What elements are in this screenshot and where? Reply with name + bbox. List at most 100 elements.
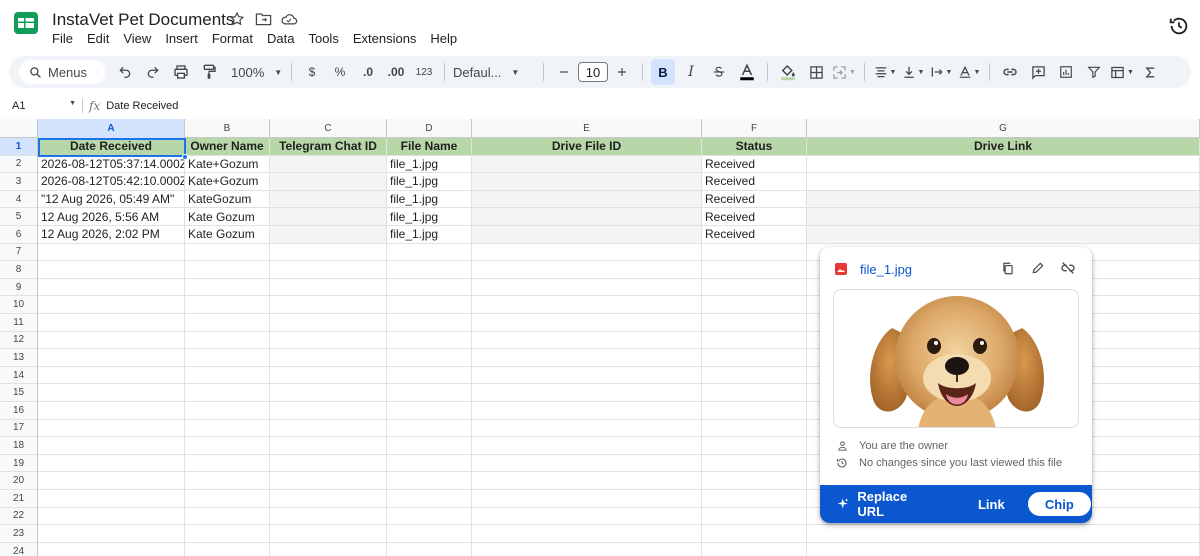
table-cell[interactable] — [270, 190, 387, 209]
increase-font-size-button[interactable] — [610, 59, 634, 85]
row-header[interactable]: 5 — [0, 208, 38, 226]
empty-cell[interactable] — [472, 384, 702, 402]
table-cell[interactable]: Received — [702, 190, 807, 209]
row-header[interactable]: 12 — [0, 331, 38, 350]
table-cell[interactable] — [472, 173, 702, 191]
empty-cell[interactable] — [472, 243, 702, 262]
table-cell[interactable] — [807, 190, 1200, 209]
empty-cell[interactable] — [38, 331, 185, 350]
empty-cell[interactable] — [270, 437, 387, 455]
column-header-f[interactable]: F — [702, 119, 807, 138]
menu-edit[interactable]: Edit — [80, 30, 116, 47]
empty-cell[interactable] — [702, 402, 807, 420]
table-cell[interactable]: file_1.jpg — [387, 173, 472, 191]
empty-cell[interactable] — [702, 314, 807, 332]
row-header[interactable]: 17 — [0, 419, 38, 438]
empty-cell[interactable] — [702, 419, 807, 438]
italic-button[interactable]: I — [679, 59, 703, 85]
empty-cell[interactable] — [38, 402, 185, 420]
text-wrapping-button[interactable]: ▼ — [929, 59, 953, 85]
empty-cell[interactable] — [270, 402, 387, 420]
font-family-select[interactable]: Defaul... ▼ — [453, 59, 523, 85]
horizontal-align-button[interactable]: ▼ — [873, 59, 897, 85]
empty-cell[interactable] — [38, 278, 185, 297]
empty-cell[interactable] — [270, 243, 387, 262]
table-cell[interactable]: file_1.jpg — [387, 155, 472, 174]
linked-file-name[interactable]: file_1.jpg — [860, 262, 912, 277]
empty-cell[interactable] — [387, 472, 472, 490]
redo-button[interactable] — [141, 59, 165, 85]
empty-cell[interactable] — [387, 402, 472, 420]
row-header[interactable]: 20 — [0, 472, 38, 490]
empty-cell[interactable] — [270, 384, 387, 402]
insert-chart-button[interactable] — [1054, 59, 1078, 85]
empty-cell[interactable] — [702, 384, 807, 402]
row-header[interactable]: 13 — [0, 349, 38, 367]
empty-cell[interactable] — [387, 261, 472, 279]
document-title[interactable]: InstaVet Pet Documents — [52, 10, 234, 30]
currency-format-button[interactable]: $ — [300, 59, 324, 85]
empty-cell[interactable] — [807, 525, 1200, 543]
empty-cell[interactable] — [472, 507, 702, 526]
empty-cell[interactable] — [387, 384, 472, 402]
empty-cell[interactable] — [38, 437, 185, 455]
empty-cell[interactable] — [702, 437, 807, 455]
percent-format-button[interactable]: % — [328, 59, 352, 85]
table-cell[interactable]: Received — [702, 173, 807, 191]
row-header[interactable]: 22 — [0, 507, 38, 526]
table-cell[interactable]: 12 Aug 2026, 2:02 PM — [38, 226, 185, 244]
empty-cell[interactable] — [270, 366, 387, 385]
borders-button[interactable] — [804, 59, 828, 85]
empty-cell[interactable] — [702, 472, 807, 490]
empty-cell[interactable] — [387, 437, 472, 455]
empty-cell[interactable] — [472, 402, 702, 420]
empty-cell[interactable] — [387, 278, 472, 297]
empty-cell[interactable] — [387, 349, 472, 367]
text-rotation-button[interactable]: ▼ — [957, 59, 981, 85]
column-header-d[interactable]: D — [387, 119, 472, 138]
empty-cell[interactable] — [472, 331, 702, 350]
edit-link-icon[interactable] — [1029, 259, 1047, 277]
empty-cell[interactable] — [472, 261, 702, 279]
table-cell[interactable] — [472, 226, 702, 244]
empty-cell[interactable] — [38, 454, 185, 473]
row-header[interactable]: 11 — [0, 314, 38, 332]
version-history-icon[interactable] — [1168, 15, 1190, 37]
text-color-button[interactable] — [735, 59, 759, 85]
chip-option-button[interactable]: Chip — [1026, 491, 1092, 517]
menu-view[interactable]: View — [116, 30, 158, 47]
empty-cell[interactable] — [185, 278, 270, 297]
table-cell[interactable]: file_1.jpg — [387, 226, 472, 244]
table-cell[interactable]: Received — [702, 208, 807, 226]
empty-cell[interactable] — [387, 507, 472, 526]
header-cell[interactable]: Drive Link — [807, 138, 1200, 156]
fill-color-button[interactable] — [776, 59, 800, 85]
header-cell[interactable]: File Name — [387, 138, 472, 156]
column-header-c[interactable]: C — [270, 119, 387, 138]
decrease-font-size-button[interactable] — [552, 59, 576, 85]
table-cell[interactable]: Kate Gozum — [185, 208, 270, 226]
column-header-g[interactable]: G — [807, 119, 1200, 138]
menu-help[interactable]: Help — [423, 30, 464, 47]
table-cell[interactable]: Kate+Gozum — [185, 155, 270, 174]
empty-cell[interactable] — [387, 366, 472, 385]
empty-cell[interactable] — [472, 366, 702, 385]
empty-cell[interactable] — [38, 525, 185, 543]
empty-cell[interactable] — [270, 507, 387, 526]
empty-cell[interactable] — [702, 243, 807, 262]
table-cell[interactable] — [472, 155, 702, 174]
table-cell[interactable]: "12 Aug 2026, 05:49 AM" — [38, 190, 185, 209]
table-cell[interactable] — [270, 226, 387, 244]
row-header[interactable]: 8 — [0, 261, 38, 279]
empty-cell[interactable] — [472, 296, 702, 314]
empty-cell[interactable] — [387, 314, 472, 332]
empty-cell[interactable] — [185, 349, 270, 367]
empty-cell[interactable] — [387, 525, 472, 543]
filter-views-button[interactable]: ▼ — [1110, 59, 1134, 85]
empty-cell[interactable] — [270, 419, 387, 438]
empty-cell[interactable] — [387, 243, 472, 262]
empty-cell[interactable] — [702, 542, 807, 556]
row-header[interactable]: 2 — [0, 155, 38, 174]
empty-cell[interactable] — [185, 384, 270, 402]
header-cell[interactable]: Owner Name — [185, 138, 270, 156]
